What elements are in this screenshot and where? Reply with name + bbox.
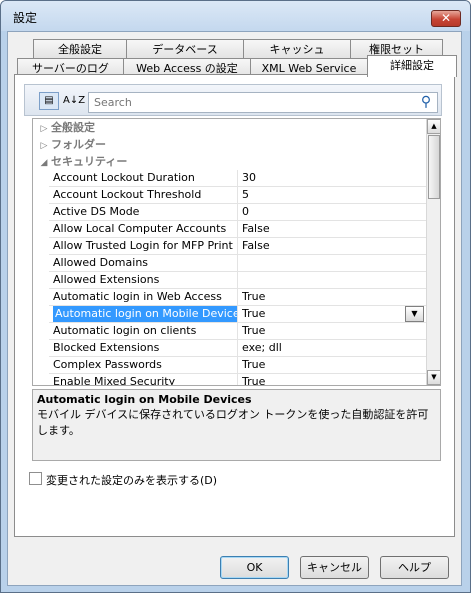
sort-alpha-icon[interactable]: A↓Z: [62, 92, 85, 110]
property-value[interactable]: True: [242, 289, 422, 305]
help-pane: Automatic login on Mobile Devices モバイル デ…: [32, 389, 441, 461]
property-row[interactable]: Account Lockout Threshold 5: [49, 187, 426, 204]
property-name: Allowed Domains: [53, 256, 149, 269]
property-value[interactable]: True: [242, 357, 422, 373]
property-value[interactable]: True: [242, 306, 422, 322]
category-label: セキュリティー: [51, 155, 128, 168]
cancel-button[interactable]: キャンセル: [300, 556, 369, 579]
property-value[interactable]: False: [242, 238, 422, 254]
property-row[interactable]: Complex Passwords True: [49, 357, 426, 374]
property-row-selected[interactable]: Automatic login on Mobile Devices True ▼: [49, 306, 426, 323]
category-security[interactable]: ◢ セキュリティー: [33, 153, 426, 170]
property-row[interactable]: Allowed Domains: [49, 255, 426, 272]
property-name: Enable Mixed Security: [53, 375, 176, 386]
property-name: Automatic login on clients: [53, 324, 197, 337]
property-value[interactable]: 0: [242, 204, 422, 220]
property-value[interactable]: False: [242, 221, 422, 237]
tab-database[interactable]: データベース: [126, 39, 244, 59]
property-row[interactable]: Active DS Mode 0: [49, 204, 426, 221]
close-button[interactable]: ✕: [431, 10, 461, 27]
category-label: 全般設定: [51, 121, 95, 134]
scroll-up-icon[interactable]: ▲: [427, 119, 440, 134]
checkbox[interactable]: [29, 472, 42, 485]
property-name: Active DS Mode: [53, 205, 140, 218]
category-label: フォルダー: [51, 138, 106, 151]
property-name: Account Lockout Duration: [53, 171, 195, 184]
property-name: Allow Trusted Login for MFP Print: [53, 239, 233, 252]
property-name: Account Lockout Threshold: [53, 188, 202, 201]
property-row[interactable]: Automatic login in Web Access True: [49, 289, 426, 306]
help-button[interactable]: ヘルプ: [380, 556, 449, 579]
dropdown-arrow-icon[interactable]: ▼: [405, 306, 424, 322]
property-value[interactable]: True: [242, 323, 422, 339]
category-folders[interactable]: ▷ フォルダー: [33, 136, 426, 153]
ok-button[interactable]: OK: [220, 556, 289, 579]
property-grid[interactable]: ▷ 全般設定 ▷ フォルダー ◢ セキュリティー Account Lockout Du…: [32, 118, 441, 386]
help-title: Automatic login on Mobile Devices: [37, 393, 252, 406]
property-value[interactable]: 30: [242, 170, 422, 186]
category-general[interactable]: ▷ 全般設定: [33, 119, 426, 136]
vertical-scrollbar[interactable]: ▲ ▼: [426, 119, 440, 385]
property-value[interactable]: 5: [242, 187, 422, 203]
property-row[interactable]: Blocked Extensions exe; dll: [49, 340, 426, 357]
property-name: Automatic login in Web Access: [53, 290, 222, 303]
tab-general[interactable]: 全般設定: [33, 39, 127, 59]
categorized-icon[interactable]: ▤: [39, 92, 59, 110]
property-row[interactable]: Enable Mixed Security True: [49, 374, 426, 386]
property-row[interactable]: Allow Local Computer Accounts False: [49, 221, 426, 238]
property-row[interactable]: Allowed Extensions: [49, 272, 426, 289]
tab-advanced-settings[interactable]: 詳細設定: [367, 55, 457, 77]
search-input[interactable]: [88, 92, 438, 113]
property-row[interactable]: Automatic login on clients True: [49, 323, 426, 340]
checkbox-label: 変更された設定のみを表示する(D): [46, 474, 218, 487]
property-row[interactable]: Account Lockout Duration 30: [49, 170, 426, 187]
scroll-down-icon[interactable]: ▼: [427, 370, 440, 385]
tab-cache[interactable]: キャッシュ: [243, 39, 351, 59]
scroll-thumb[interactable]: [428, 135, 440, 199]
property-name: Blocked Extensions: [53, 341, 160, 354]
help-description: モバイル デバイスに保存されているログオン トークンを使った自動認証を許可します…: [37, 408, 429, 437]
search-icon[interactable]: ⚲: [416, 92, 436, 113]
property-row[interactable]: Allow Trusted Login for MFP Print False: [49, 238, 426, 255]
property-value[interactable]: exe; dll: [242, 340, 422, 356]
window-title: 設定: [13, 11, 38, 25]
property-name: Allowed Extensions: [53, 273, 160, 286]
property-name: Allow Local Computer Accounts: [53, 222, 227, 235]
property-name: Complex Passwords: [53, 358, 162, 371]
title-bar: 設定 ✕: [1, 1, 470, 31]
property-name: Automatic login on Mobile Devices: [53, 306, 237, 322]
property-value[interactable]: True: [242, 374, 422, 385]
